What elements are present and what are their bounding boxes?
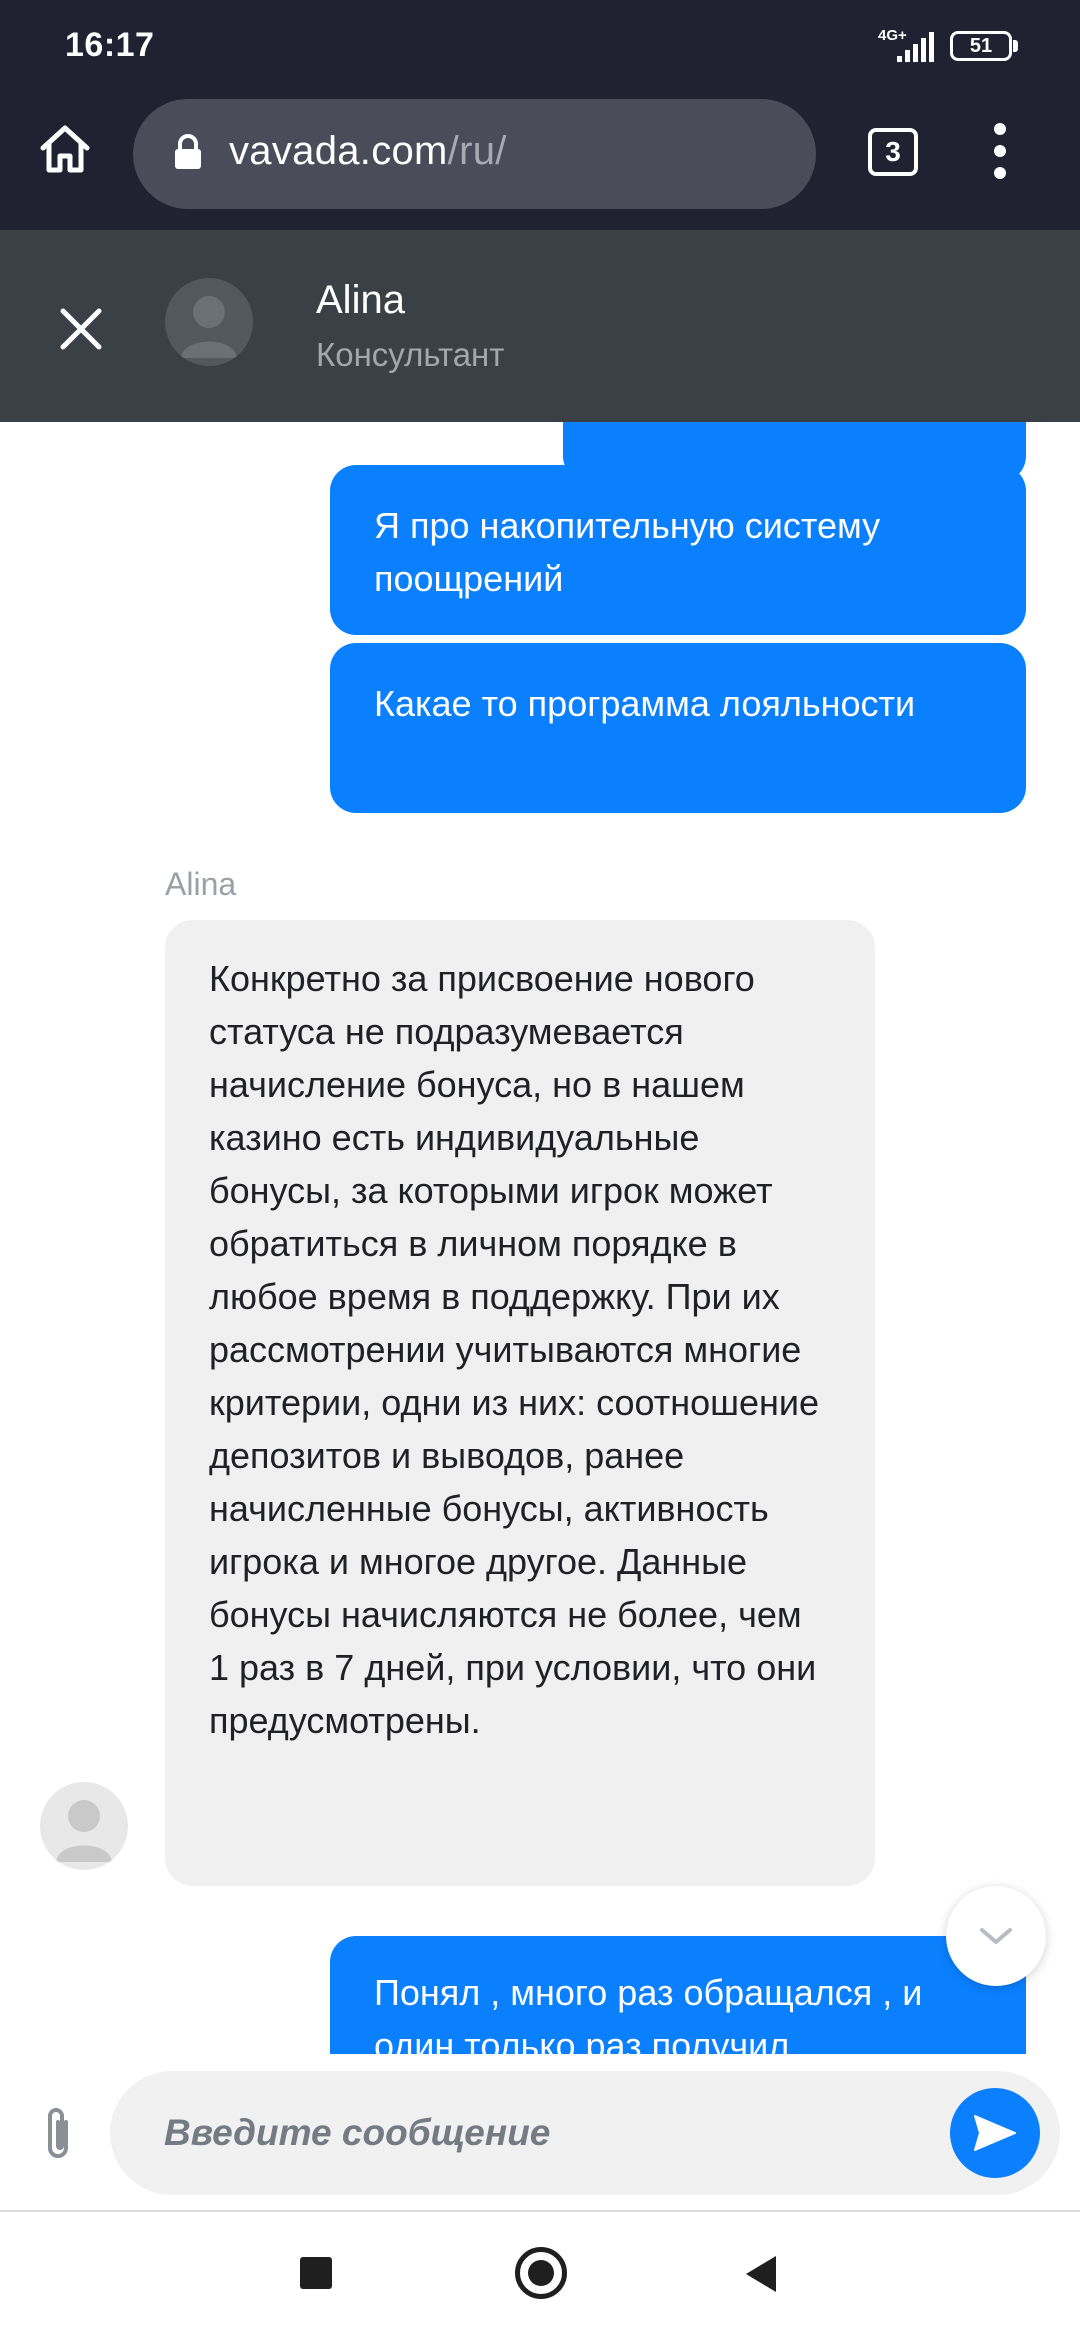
more-vert-icon[interactable] bbox=[986, 123, 1016, 183]
agent-avatar bbox=[165, 278, 253, 366]
message-text: Понял , много раз обращался , и один тол… bbox=[374, 1972, 923, 2054]
signal-icon bbox=[897, 32, 934, 62]
url-domain: vavada.com bbox=[229, 129, 448, 173]
home-icon[interactable] bbox=[37, 121, 93, 177]
system-nav-bar bbox=[0, 2212, 1080, 2340]
message-text: Я про накопительную систему поощрений bbox=[374, 505, 881, 599]
message-text: Какае то программа лояльности bbox=[374, 683, 916, 724]
close-icon[interactable] bbox=[58, 306, 104, 352]
person-icon bbox=[181, 296, 237, 358]
message-composer bbox=[0, 2054, 1080, 2210]
paperclip-icon[interactable] bbox=[36, 2104, 80, 2164]
tabs-button[interactable]: 3 bbox=[868, 128, 918, 176]
message-list[interactable]: Я про накопительную систему поощрений Ка… bbox=[0, 422, 1080, 2054]
agent-avatar bbox=[40, 1782, 128, 1870]
send-icon bbox=[974, 2115, 1016, 2151]
home-nav-button[interactable] bbox=[515, 2247, 567, 2299]
url-path: /ru/ bbox=[447, 129, 507, 173]
recents-button[interactable] bbox=[300, 2257, 332, 2289]
send-button[interactable] bbox=[950, 2088, 1040, 2178]
battery-level: 51 bbox=[950, 31, 1012, 61]
chevron-down-icon bbox=[980, 1928, 1012, 1944]
agent-name: Alina bbox=[316, 278, 405, 322]
outgoing-message: Я про накопительную систему поощрений bbox=[330, 465, 1026, 635]
chat-header: Alina Консультант bbox=[0, 230, 1080, 422]
browser-toolbar: vavada.com/ru/ 3 bbox=[0, 96, 1080, 230]
message-text: Конкретно за присвоение нового статуса н… bbox=[209, 958, 820, 1741]
url-bar[interactable]: vavada.com/ru/ bbox=[133, 99, 816, 209]
url-text: vavada.com/ru/ bbox=[229, 129, 507, 174]
status-bar: 16:17 4G+ 51 bbox=[0, 0, 1080, 96]
battery-icon: 51 bbox=[950, 31, 1022, 65]
incoming-message: Конкретно за присвоение нового статуса н… bbox=[165, 920, 875, 1886]
back-button[interactable] bbox=[742, 2254, 778, 2294]
outgoing-message: Понял , много раз обращался , и один тол… bbox=[330, 1936, 1026, 2054]
person-icon bbox=[56, 1800, 112, 1862]
agent-role: Консультант bbox=[316, 336, 505, 373]
lock-icon bbox=[175, 134, 201, 169]
sender-name: Alina bbox=[165, 866, 237, 902]
outgoing-message: Какае то программа лояльности bbox=[330, 643, 1026, 813]
scroll-down-button[interactable] bbox=[946, 1886, 1046, 1986]
status-time: 16:17 bbox=[65, 26, 155, 64]
message-input[interactable] bbox=[110, 2071, 1060, 2195]
